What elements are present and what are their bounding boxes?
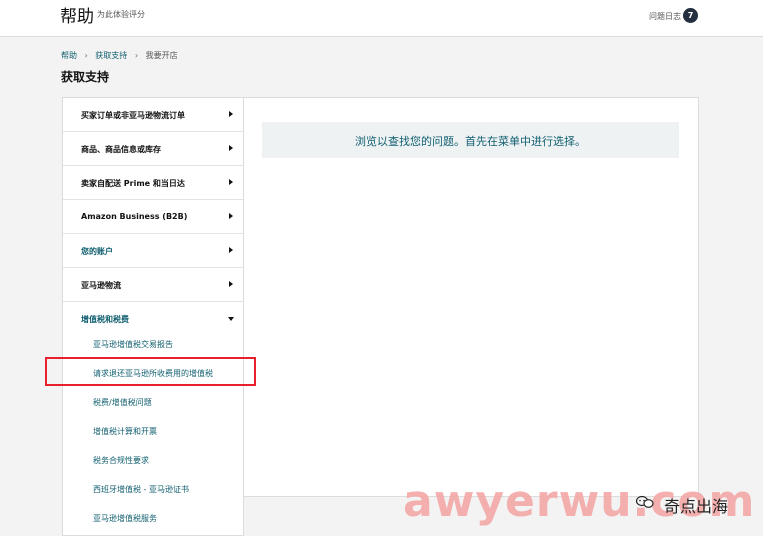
top-bar: 帮助 为此体验评分 问题日志 7	[0, 0, 763, 37]
menu-item-your-account[interactable]: 您的账户	[63, 234, 243, 268]
caret-down-icon	[228, 317, 234, 321]
highlight-annotation	[45, 357, 256, 386]
caret-right-icon	[229, 281, 233, 287]
menu-item-label: 商品、商品信息或库存	[81, 145, 161, 154]
menu-item-vat-taxes[interactable]: 增值税和税费	[63, 302, 243, 336]
submenu-item-spain-vat-certificate[interactable]: 西班牙增值税 - 亚马逊证书	[93, 484, 189, 495]
submenu-item-vat-calculation-invoicing[interactable]: 增值税计算和开票	[93, 426, 157, 437]
submenu-item-vat-services[interactable]: 亚马逊增值税服务	[93, 513, 157, 524]
menu-item-buyer-orders[interactable]: 买家订单或非亚马逊物流订单	[63, 98, 243, 132]
caret-right-icon	[229, 179, 233, 185]
caret-right-icon	[229, 213, 233, 219]
menu-item-label: Amazon Business (B2B)	[81, 212, 188, 221]
submenu-item-vat-transaction-report[interactable]: 亚马逊增值税交易报告	[93, 339, 173, 350]
menu-item-label: 卖家自配送 Prime 和当日达	[81, 179, 185, 188]
breadcrumb-get-support[interactable]: 获取支持	[95, 50, 127, 61]
chevron-right-icon: ›	[84, 51, 88, 60]
breadcrumb-help[interactable]: 帮助	[61, 50, 77, 61]
caret-right-icon	[229, 145, 233, 151]
support-menu: 买家订单或非亚马逊物流订单 商品、商品信息或库存 卖家自配送 Prime 和当日…	[62, 97, 244, 536]
menu-item-label: 增值税和税费	[81, 315, 129, 324]
instruction-box: 浏览以查找您的问题。首先在菜单中进行选择。	[262, 122, 679, 158]
caret-right-icon	[229, 111, 233, 117]
caret-right-icon	[229, 247, 233, 253]
menu-item-amazon-business[interactable]: Amazon Business (B2B)	[63, 200, 243, 234]
submenu-item-tax-vat-questions[interactable]: 税费/增值税问题	[93, 397, 152, 408]
issue-log-link[interactable]: 问题日志	[649, 11, 681, 22]
submenu-item-tax-compliance[interactable]: 税务合规性要求	[93, 455, 149, 466]
menu-item-label: 您的账户	[81, 247, 113, 256]
menu-item-seller-prime[interactable]: 卖家自配送 Prime 和当日达	[63, 166, 243, 200]
instruction-message: 浏览以查找您的问题。首先在菜单中进行选择。	[355, 135, 586, 148]
chevron-right-icon: ›	[134, 51, 139, 60]
menu-item-label: 亚马逊物流	[81, 281, 121, 290]
menu-item-fba[interactable]: 亚马逊物流	[63, 268, 243, 302]
issue-log-count-badge[interactable]: 7	[683, 8, 698, 23]
breadcrumb-current: 我要开店	[145, 51, 178, 60]
help-title: 帮助	[60, 7, 94, 27]
watermark-brand-text: 奇点出海	[664, 497, 729, 516]
breadcrumb: 帮助 › 获取支持 › 我要开店	[61, 50, 178, 61]
menu-item-listings-inventory[interactable]: 商品、商品信息或库存	[63, 132, 243, 166]
menu-item-label: 买家订单或非亚马逊物流订单	[81, 111, 185, 120]
chat-bubble-icon	[636, 495, 654, 508]
rate-experience-link[interactable]: 为此体验评分	[97, 9, 145, 20]
page-title: 获取支持	[61, 70, 110, 84]
